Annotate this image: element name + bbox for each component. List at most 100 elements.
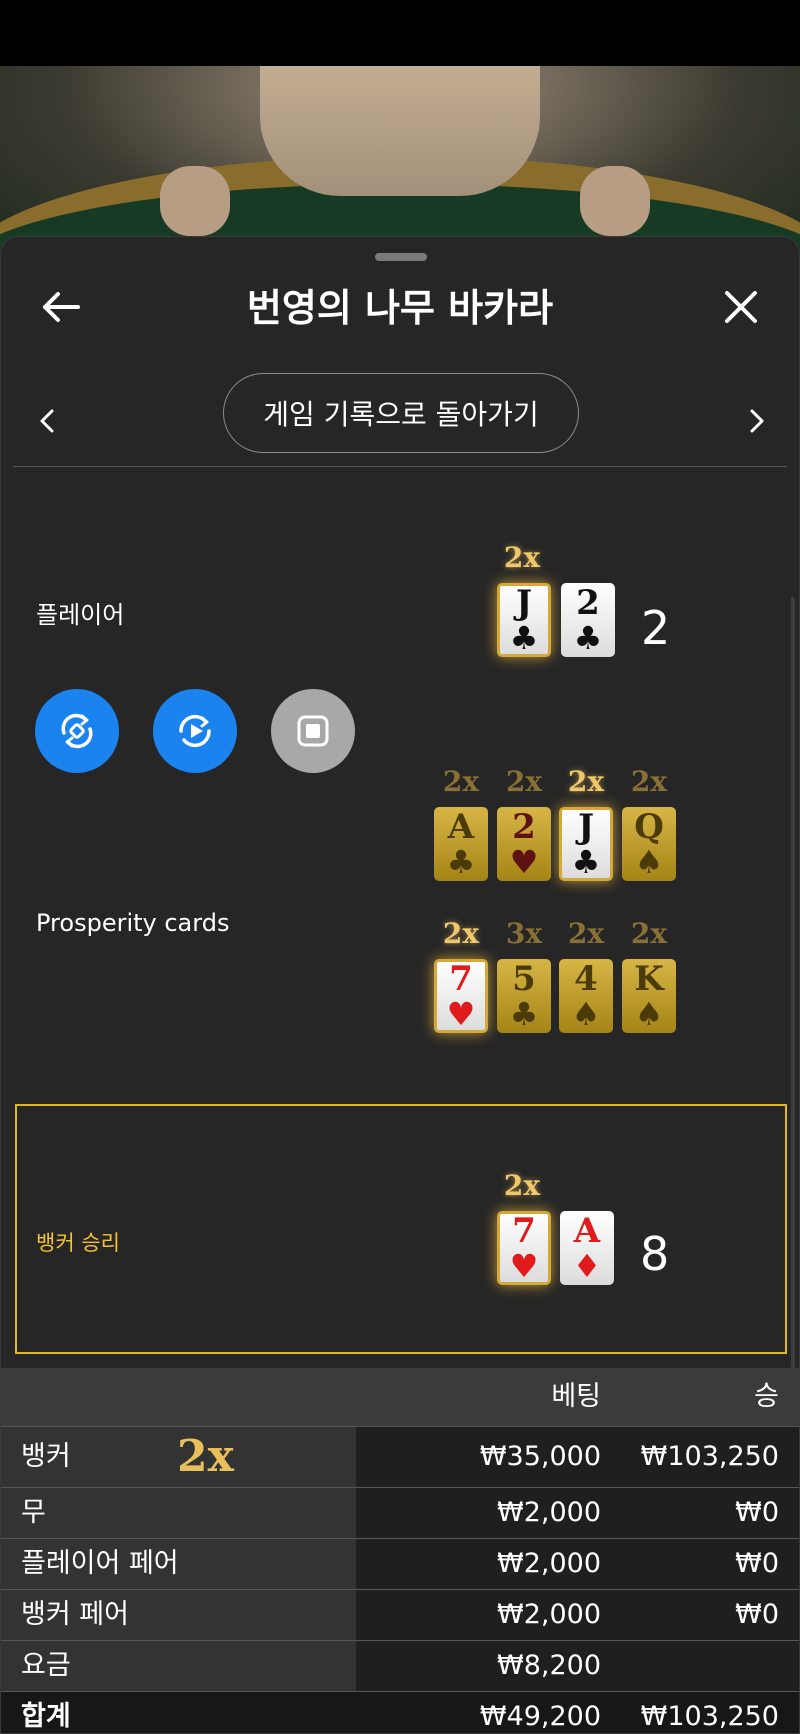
bet-name: 요금	[21, 1650, 71, 1681]
prosperity-card: K ♠	[622, 959, 676, 1033]
column-header-win: 승	[754, 1381, 779, 1412]
table-row: 뱅커 페어 ₩2,000 ₩0	[1, 1589, 799, 1640]
replay-button[interactable]	[153, 689, 237, 773]
player-label: 플레이어	[36, 601, 125, 629]
banker-win-label: 뱅커 승리	[36, 1231, 120, 1255]
back-to-history-button[interactable]: 게임 기록으로 돌아가기	[223, 373, 579, 453]
player-score: 2	[641, 601, 671, 655]
back-button[interactable]	[37, 283, 85, 331]
card-suit: ♥	[509, 843, 539, 881]
bet-amount: ₩2,000	[497, 1548, 601, 1579]
prosperity-card: 5 ♣	[497, 959, 551, 1033]
total-bet: ₩49,200	[479, 1701, 601, 1732]
card-multiplier: 2x	[630, 917, 668, 950]
card-rank: 4	[574, 959, 598, 999]
win-amount: ₩0	[735, 1599, 779, 1630]
card-rank: K	[634, 959, 664, 999]
card-rank: 5	[512, 959, 536, 999]
prosperity-card-highlighted: 7 ♥	[434, 959, 488, 1033]
previous-round-button[interactable]	[27, 391, 67, 451]
rotate-button[interactable]	[35, 689, 119, 773]
card-rank: 2	[576, 583, 600, 623]
total-win: ₩103,250	[640, 1701, 779, 1732]
total-row: 합계 ₩49,200 ₩103,250	[1, 1691, 799, 1733]
card-multiplier: 3x	[505, 917, 543, 950]
card-rank: J	[577, 807, 595, 847]
banker-card-1: 7 ♥	[497, 1211, 551, 1285]
dealer	[260, 66, 540, 196]
sheet-grabber[interactable]	[375, 253, 427, 261]
bet-name: 무	[21, 1497, 46, 1528]
prosperity-card: 4 ♠	[559, 959, 613, 1033]
dealer-hand-left	[160, 166, 230, 236]
card-suit: ♣	[571, 843, 601, 881]
card-suit: ♣	[509, 619, 539, 657]
stop-icon	[297, 715, 329, 747]
bets-table: 베팅 승 뱅커 2x ₩35,000 ₩103,250 무 ₩2,000 ₩0 …	[1, 1368, 799, 1733]
table-header: 베팅 승	[1, 1368, 799, 1426]
card-suit: ♣	[573, 619, 603, 657]
card-rank: 7	[512, 1211, 536, 1251]
banker-score: 8	[640, 1227, 670, 1281]
dealer-hand-right	[580, 166, 650, 236]
prosperity-card: A ♣	[434, 807, 488, 881]
column-header-bet: 베팅	[551, 1381, 601, 1412]
card-multiplier: 2x	[442, 917, 480, 950]
card-rank: 7	[449, 959, 473, 999]
prosperity-label: Prosperity cards	[36, 909, 230, 937]
chevron-left-icon	[40, 409, 54, 433]
bet-amount: ₩35,000	[479, 1441, 601, 1472]
bet-amount: ₩2,000	[497, 1599, 601, 1630]
bet-name: 플레이어 페어	[21, 1548, 179, 1579]
rotate-icon	[61, 713, 93, 749]
row-label-cell	[1, 1488, 356, 1538]
prosperity-card-highlighted: J ♣	[559, 807, 613, 881]
card-rank: 2	[512, 807, 536, 847]
table-row: 플레이어 페어 ₩2,000 ₩0	[1, 1538, 799, 1589]
card-suit: ♥	[446, 995, 476, 1033]
close-button[interactable]	[717, 283, 765, 331]
banker-card-2: A ♦	[560, 1211, 614, 1285]
table-row: 무 ₩2,000 ₩0	[1, 1487, 799, 1538]
replay-icon	[179, 714, 211, 748]
card-suit: ♠	[571, 995, 601, 1033]
card-suit: ♠	[634, 995, 664, 1033]
card-suit: ♣	[509, 995, 539, 1033]
bet-name: 뱅커 페어	[21, 1599, 129, 1630]
page-title: 번영의 나무 바카라	[246, 286, 554, 330]
live-video-area	[0, 0, 800, 266]
bet-multiplier: 2x	[177, 1431, 234, 1482]
win-amount: ₩103,250	[640, 1441, 779, 1472]
card-multiplier: 2x	[505, 765, 543, 798]
bet-amount: ₩8,200	[497, 1650, 601, 1681]
chevron-right-icon	[750, 409, 764, 433]
card-multiplier: 2x	[442, 765, 480, 798]
card-multiplier: 2x	[503, 541, 541, 574]
card-rank: A	[573, 1211, 601, 1251]
player-card-2: 2 ♣	[561, 583, 615, 657]
prosperity-card: 2 ♥	[497, 807, 551, 881]
total-label: 합계	[21, 1701, 71, 1732]
card-multiplier: 2x	[567, 765, 605, 798]
card-suit: ♥	[509, 1247, 539, 1285]
card-multiplier: 2x	[567, 917, 605, 950]
card-multiplier: 2x	[630, 765, 668, 798]
header-divider	[13, 466, 787, 467]
win-amount: ₩0	[735, 1497, 779, 1528]
card-rank: A	[447, 807, 475, 847]
table-row: 요금 ₩8,200	[1, 1640, 799, 1691]
card-suit: ♣	[446, 843, 476, 881]
next-round-button[interactable]	[737, 391, 777, 451]
card-suit: ♠	[634, 843, 664, 881]
table-row: 뱅커 2x ₩35,000 ₩103,250	[1, 1426, 799, 1487]
game-history-sheet: 번영의 나무 바카라 게임 기록으로 돌아가기 플레이어 2x J ♣ 2 ♣ …	[0, 236, 800, 1734]
stop-button[interactable]	[271, 689, 355, 773]
close-icon	[725, 291, 757, 323]
banker-win-box	[15, 1104, 787, 1354]
prosperity-card: Q ♠	[622, 807, 676, 881]
card-rank: Q	[634, 807, 664, 847]
bet-amount: ₩2,000	[497, 1497, 601, 1528]
bet-name: 뱅커	[21, 1441, 71, 1472]
card-rank: J	[515, 583, 533, 623]
win-amount: ₩0	[735, 1548, 779, 1579]
